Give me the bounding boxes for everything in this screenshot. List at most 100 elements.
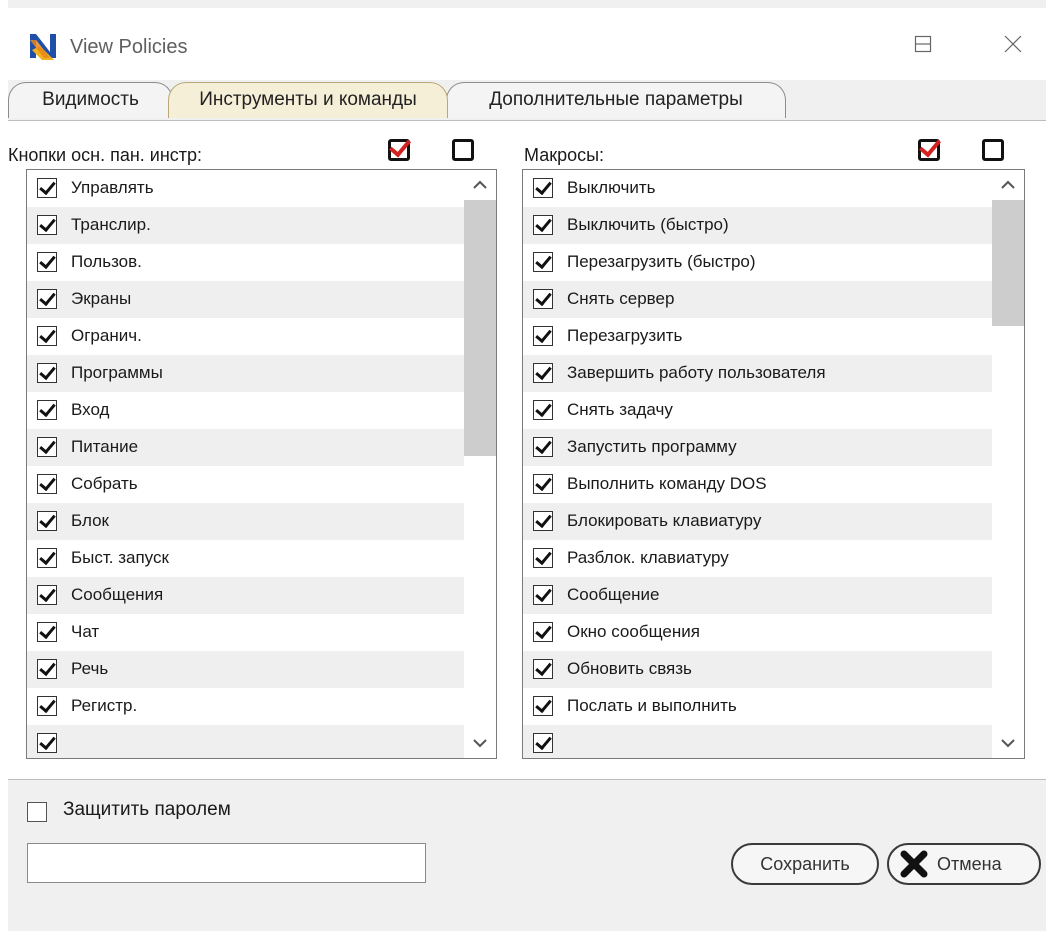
maximize-button[interactable] <box>898 24 948 64</box>
item-checkbox[interactable] <box>37 289 57 309</box>
macro-item[interactable]: Выключить (быстро) <box>523 207 993 244</box>
tab-tools-and-commands[interactable]: Инструменты и команды <box>168 82 448 118</box>
tab-additional-params[interactable]: Дополнительные параметры <box>446 82 786 118</box>
macro-item[interactable] <box>523 725 993 758</box>
left-check-all-checkbox[interactable] <box>388 139 410 161</box>
right-check-all-checkbox[interactable] <box>918 139 940 161</box>
toolbar-button-item[interactable]: Управлять <box>27 170 465 207</box>
macro-item[interactable]: Выполнить команду DOS <box>523 466 993 503</box>
toolbar-button-item[interactable]: Пользов. <box>27 244 465 281</box>
macro-item[interactable]: Окно сообщения <box>523 614 993 651</box>
item-checkbox[interactable] <box>37 400 57 420</box>
item-checkbox[interactable] <box>533 696 553 716</box>
cancel-button[interactable]: Отмена <box>887 843 1041 885</box>
toolbar-button-item[interactable]: Чат <box>27 614 465 651</box>
macros-list[interactable]: Выключить Выключить (быстро) Перезагрузить… <box>522 169 1025 759</box>
toolbar-button-item[interactable]: Сообщения <box>27 577 465 614</box>
toolbar-buttons-list[interactable]: Управлять Транслир. Пользов. Экраны Огранич.… <box>26 169 497 759</box>
item-checkbox[interactable] <box>37 696 57 716</box>
item-label: Послать и выполнить <box>567 696 737 715</box>
item-checkbox[interactable] <box>37 363 57 383</box>
item-checkbox[interactable] <box>533 178 553 198</box>
item-checkbox[interactable] <box>37 622 57 642</box>
item-checkbox[interactable] <box>533 363 553 383</box>
scroll-down-icon[interactable] <box>464 730 496 758</box>
item-checkbox[interactable] <box>533 511 553 531</box>
item-checkbox[interactable] <box>37 733 57 753</box>
toolbar-button-item[interactable]: Речь <box>27 651 465 688</box>
item-checkbox[interactable] <box>533 437 553 457</box>
item-checkbox[interactable] <box>533 215 553 235</box>
right-scrollbar[interactable] <box>992 170 1024 758</box>
toolbar-button-item[interactable]: Питание <box>27 429 465 466</box>
item-checkbox[interactable] <box>533 659 553 679</box>
toolbar-button-item[interactable]: Блок <box>27 503 465 540</box>
item-label: Запустить программу <box>567 437 737 456</box>
item-checkbox[interactable] <box>533 326 553 346</box>
item-checkbox[interactable] <box>37 326 57 346</box>
item-label: Речь <box>71 659 109 678</box>
left-scrollbar[interactable] <box>464 170 496 758</box>
item-checkbox[interactable] <box>533 474 553 494</box>
item-checkbox[interactable] <box>533 289 553 309</box>
macro-item[interactable]: Снять сервер <box>523 281 993 318</box>
left-uncheck-all-checkbox[interactable] <box>452 139 474 161</box>
scroll-up-icon[interactable] <box>992 170 1024 198</box>
item-checkbox[interactable] <box>533 585 553 605</box>
macro-item[interactable]: Послать и выполнить <box>523 688 993 725</box>
item-checkbox[interactable] <box>533 400 553 420</box>
macro-item[interactable]: Завершить работу пользователя <box>523 355 993 392</box>
item-checkbox[interactable] <box>37 437 57 457</box>
toolbar-button-item[interactable]: Программы <box>27 355 465 392</box>
item-checkbox[interactable] <box>533 733 553 753</box>
item-checkbox[interactable] <box>533 252 553 272</box>
toolbar-button-item[interactable]: Экраны <box>27 281 465 318</box>
item-label: Регистр. <box>71 696 138 715</box>
macro-item[interactable]: Снять задачу <box>523 392 993 429</box>
toolbar-button-item[interactable]: Регистр. <box>27 688 465 725</box>
item-checkbox[interactable] <box>37 178 57 198</box>
window-edge <box>0 0 8 931</box>
item-label: Управлять <box>71 178 154 197</box>
item-checkbox[interactable] <box>37 215 57 235</box>
item-checkbox[interactable] <box>37 511 57 531</box>
protect-password-checkbox[interactable] <box>27 802 47 822</box>
item-label: Питание <box>71 437 139 456</box>
item-label: Экраны <box>71 289 132 308</box>
right-uncheck-all-checkbox[interactable] <box>982 139 1004 161</box>
item-checkbox[interactable] <box>37 548 57 568</box>
left-scroll-thumb[interactable] <box>464 200 496 456</box>
item-label: Выключить <box>567 178 656 197</box>
tab-visibility[interactable]: Видимость <box>8 82 173 118</box>
item-checkbox[interactable] <box>37 252 57 272</box>
toolbar-button-item[interactable]: Собрать <box>27 466 465 503</box>
toolbar-button-item[interactable] <box>27 725 465 758</box>
scroll-down-icon[interactable] <box>992 730 1024 758</box>
save-button[interactable]: Сохранить <box>731 843 879 885</box>
item-label: Выполнить команду DOS <box>567 474 767 493</box>
item-label: Сообщение <box>567 585 660 604</box>
toolbar-button-item[interactable]: Огранич. <box>27 318 465 355</box>
macro-item[interactable]: Обновить связь <box>523 651 993 688</box>
right-scroll-thumb[interactable] <box>992 200 1024 326</box>
scroll-up-icon[interactable] <box>464 170 496 198</box>
password-input[interactable] <box>27 843 426 883</box>
item-checkbox[interactable] <box>37 659 57 679</box>
close-button[interactable] <box>988 24 1038 64</box>
macro-item[interactable]: Сообщение <box>523 577 993 614</box>
item-checkbox[interactable] <box>533 622 553 642</box>
macro-item[interactable]: Выключить <box>523 170 993 207</box>
item-label: Выключить (быстро) <box>567 215 729 234</box>
macro-item[interactable]: Разблок. клавиатуру <box>523 540 993 577</box>
item-label: Перезагрузить <box>567 326 683 345</box>
toolbar-button-item[interactable]: Вход <box>27 392 465 429</box>
item-checkbox[interactable] <box>37 474 57 494</box>
macro-item[interactable]: Запустить программу <box>523 429 993 466</box>
item-checkbox[interactable] <box>533 548 553 568</box>
toolbar-button-item[interactable]: Транслир. <box>27 207 465 244</box>
macro-item[interactable]: Перезагрузить (быстро) <box>523 244 993 281</box>
toolbar-button-item[interactable]: Быст. запуск <box>27 540 465 577</box>
macro-item[interactable]: Перезагрузить <box>523 318 993 355</box>
macro-item[interactable]: Блокировать клавиатуру <box>523 503 993 540</box>
item-checkbox[interactable] <box>37 585 57 605</box>
